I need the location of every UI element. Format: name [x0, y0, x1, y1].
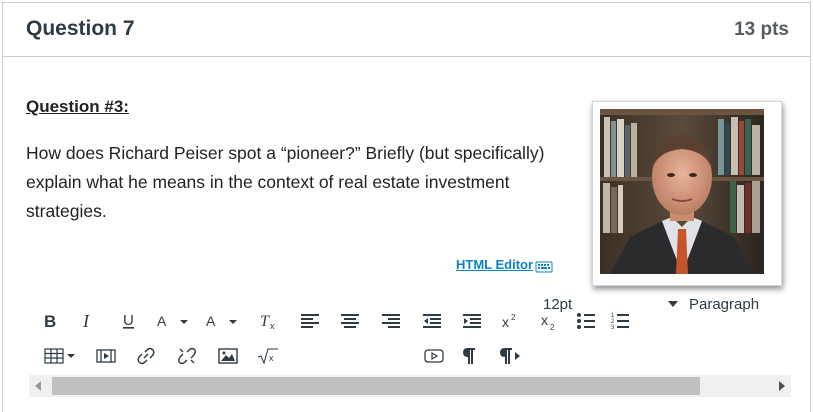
- align-center-button[interactable]: [329, 306, 371, 336]
- align-left-icon: [301, 314, 319, 328]
- text-color-icon: A: [157, 313, 188, 329]
- math-equation-button[interactable]: x: [248, 341, 288, 371]
- scroll-left-arrow-icon: [35, 381, 41, 391]
- media-button[interactable]: [86, 341, 126, 371]
- question-card: Question 7 13 pts Question #3: How does …: [2, 2, 811, 412]
- rtl-button[interactable]: [490, 341, 530, 371]
- bold-icon: B: [44, 312, 56, 330]
- text-color-button[interactable]: A: [149, 306, 201, 336]
- superscript-icon: x2: [502, 313, 516, 330]
- clear-formatting-button[interactable]: Tx: [247, 306, 291, 336]
- link-button[interactable]: [126, 341, 166, 371]
- svg-text:T: T: [260, 313, 270, 330]
- scrollbar-thumb[interactable]: [52, 377, 700, 395]
- outdent-button[interactable]: [411, 306, 453, 336]
- portrait-image: [600, 109, 764, 274]
- italic-button[interactable]: I: [67, 306, 109, 336]
- question-points: 13 pts: [734, 19, 789, 40]
- superscript-button[interactable]: x2: [491, 306, 531, 336]
- question-subheading: Question #3:: [26, 97, 129, 116]
- scroll-left-button[interactable]: [29, 375, 47, 397]
- rtl-icon: [500, 348, 520, 364]
- unlink-button[interactable]: [166, 341, 208, 371]
- underline-icon: U: [123, 312, 134, 329]
- horizontal-scrollbar[interactable]: [29, 375, 791, 397]
- svg-text:A: A: [206, 313, 216, 329]
- svg-text:2: 2: [550, 323, 555, 330]
- link-icon: [137, 347, 155, 365]
- editor-toolbar-embed: [418, 341, 530, 371]
- indent-button[interactable]: [453, 306, 491, 336]
- media-icon: [96, 349, 116, 363]
- table-icon: [44, 348, 75, 364]
- table-button[interactable]: [36, 341, 86, 371]
- keyboard-icon: [535, 261, 553, 273]
- question-text: How does Richard Peiser spot a “pioneer?…: [26, 143, 545, 221]
- block-format-value: Paragraph: [689, 295, 760, 313]
- svg-text:x: x: [502, 314, 509, 330]
- underline-button[interactable]: U: [109, 306, 149, 336]
- svg-text:3: 3: [611, 325, 615, 331]
- question-header: Question 7 13 pts: [3, 3, 810, 57]
- align-right-icon: [382, 314, 400, 328]
- font-size-select[interactable]: 12pt: [543, 292, 678, 316]
- align-center-icon: [341, 314, 359, 328]
- image-button[interactable]: [208, 341, 248, 371]
- html-editor-label[interactable]: HTML Editor: [456, 257, 533, 272]
- scroll-right-arrow-icon: [779, 381, 785, 391]
- svg-text:U: U: [123, 312, 134, 329]
- embed-button[interactable]: [418, 341, 450, 371]
- svg-text:x: x: [270, 321, 275, 330]
- clear-formatting-icon: Tx: [260, 313, 275, 330]
- image-icon: [218, 348, 238, 364]
- unlink-icon: [178, 347, 196, 365]
- bold-button[interactable]: B: [33, 306, 67, 336]
- math-equation-icon: x: [257, 348, 278, 365]
- svg-text:I: I: [82, 312, 90, 330]
- ltr-icon: [463, 348, 475, 364]
- editor-toolbar-insert: x: [36, 341, 288, 371]
- align-right-button[interactable]: [371, 306, 411, 336]
- embed-icon: [424, 349, 444, 363]
- portrait-photo: [592, 101, 782, 286]
- font-size-value: 12pt: [543, 295, 573, 313]
- italic-icon: I: [82, 312, 90, 330]
- background-color-icon: A: [206, 313, 237, 329]
- block-format-select[interactable]: Paragraph: [689, 292, 799, 316]
- question-title: Question 7: [26, 17, 135, 40]
- svg-text:2: 2: [511, 313, 516, 322]
- align-left-button[interactable]: [291, 306, 329, 336]
- ltr-button[interactable]: [450, 341, 490, 371]
- chevron-down-icon: [668, 301, 678, 307]
- scroll-right-button[interactable]: [773, 375, 791, 397]
- outdent-icon: [423, 314, 441, 328]
- html-editor-link[interactable]: HTML Editor: [456, 256, 553, 273]
- svg-text:B: B: [44, 312, 56, 330]
- background-color-button[interactable]: A: [201, 306, 247, 336]
- svg-text:A: A: [157, 313, 167, 329]
- svg-text:x: x: [269, 353, 274, 363]
- indent-icon: [463, 314, 481, 328]
